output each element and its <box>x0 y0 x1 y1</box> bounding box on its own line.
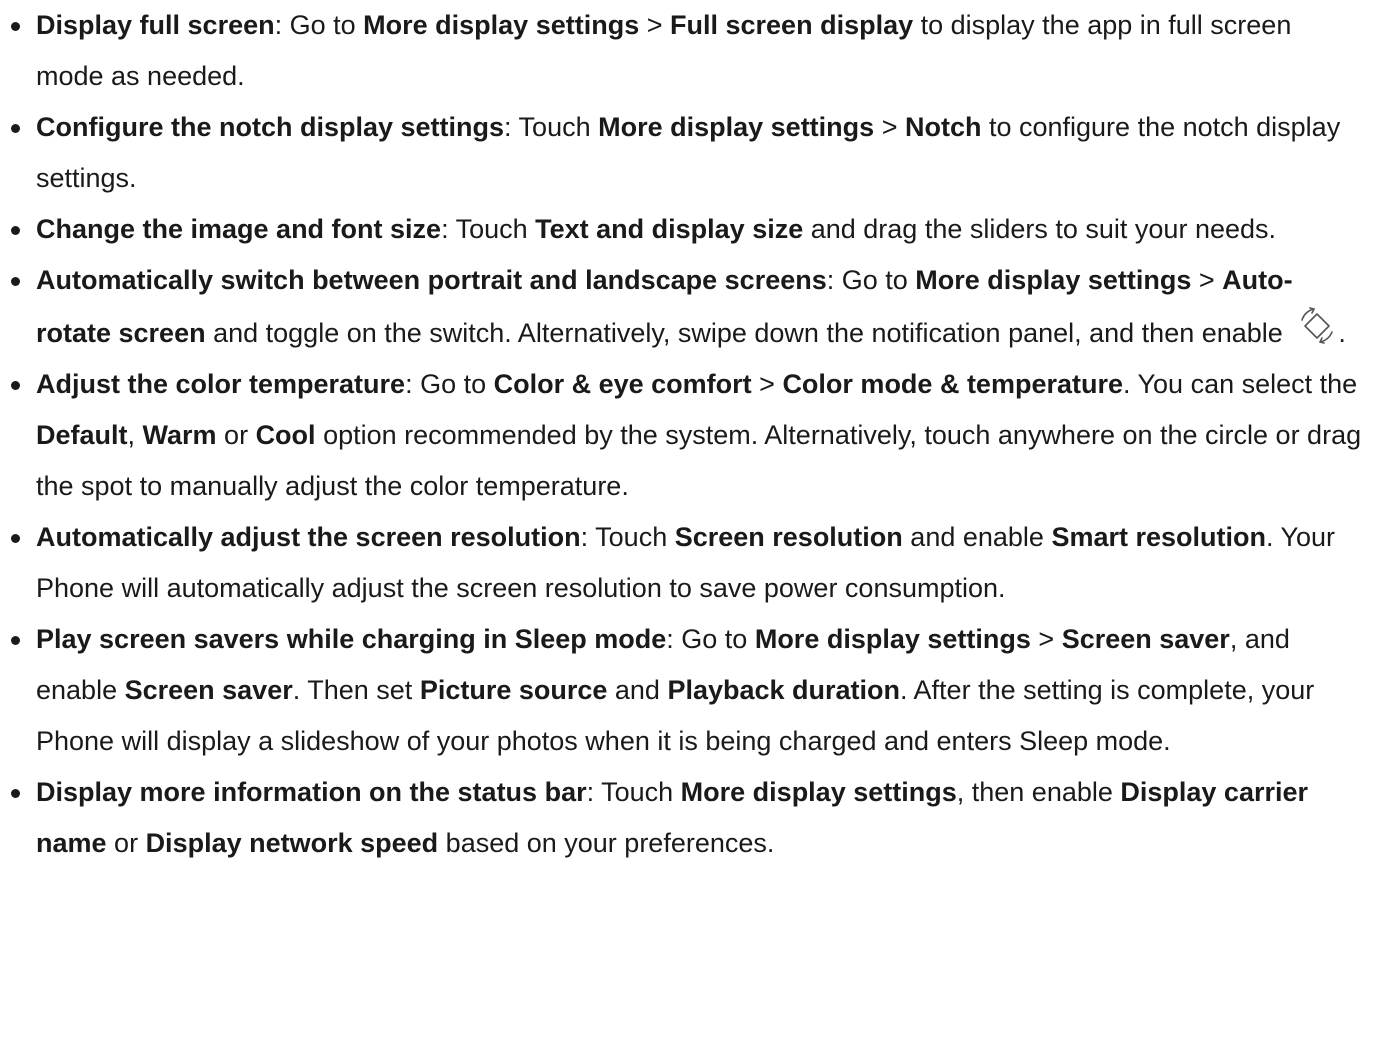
tip-text: > <box>874 112 905 142</box>
tip-text: : Touch <box>504 112 599 142</box>
tip-text: based on your preferences. <box>438 828 775 858</box>
tip-text: : Go to <box>274 10 364 40</box>
list-item: Automatically adjust the screen resoluti… <box>0 512 1383 614</box>
tip-text: > <box>1030 624 1062 654</box>
tip-title: Automatically switch between portrait an… <box>36 265 827 295</box>
document-page: Display full screen: Go to More display … <box>0 0 1383 869</box>
tip-text: : Touch <box>441 214 536 244</box>
bullet-icon <box>11 226 20 235</box>
tip-title: Display more information on the status b… <box>36 777 587 807</box>
bullet-icon <box>11 789 20 798</box>
auto-rotate-icon <box>1296 306 1338 344</box>
setting-name: Screen saver <box>124 675 293 705</box>
setting-name: Text and display size <box>535 214 804 244</box>
setting-name: Picture source <box>419 675 608 705</box>
tip-title: Play screen savers while charging in Sle… <box>36 624 667 654</box>
list-item: Play screen savers while charging in Sle… <box>0 614 1383 767</box>
option-name: Cool <box>255 420 316 450</box>
tip-text: , then enable <box>956 777 1121 807</box>
setting-name: Screen resolution <box>674 522 903 552</box>
list-item: Change the image and font size: Touch Te… <box>0 204 1383 255</box>
tip-text: : Go to <box>826 265 916 295</box>
tip-text: > <box>639 10 671 40</box>
option-name: Warm <box>142 420 217 450</box>
list-item: Automatically switch between portrait an… <box>0 255 1383 359</box>
list-item: Display more information on the status b… <box>0 767 1383 869</box>
setting-name: More display settings <box>680 777 957 807</box>
setting-name: More display settings <box>363 10 640 40</box>
bullet-icon <box>11 277 20 286</box>
setting-name: Playback duration <box>667 675 901 705</box>
list-item: Configure the notch display settings: To… <box>0 102 1383 204</box>
tip-title: Automatically adjust the screen resoluti… <box>36 522 581 552</box>
tip-text: or <box>216 420 256 450</box>
setting-name: Smart resolution <box>1051 522 1266 552</box>
tip-text: and toggle on the switch. Alternatively,… <box>205 318 1291 348</box>
tip-text: : Touch <box>586 777 681 807</box>
tip-text: : Go to <box>666 624 755 654</box>
tip-text: , <box>127 420 143 450</box>
tip-text: . Then set <box>292 675 420 705</box>
bullet-icon <box>11 636 20 645</box>
tip-text: > <box>1191 265 1223 295</box>
tip-text: and enable <box>902 522 1052 552</box>
list-item: Adjust the color temperature: Go to Colo… <box>0 359 1383 512</box>
setting-name: Color mode & temperature <box>782 369 1123 399</box>
bullet-icon <box>11 124 20 133</box>
tip-title: Display full screen <box>36 10 275 40</box>
setting-name: More display settings <box>598 112 875 142</box>
option-name: Default <box>36 420 128 450</box>
setting-name: Full screen display <box>670 10 914 40</box>
tip-text: . <box>1338 318 1346 348</box>
bullet-icon <box>11 381 20 390</box>
setting-name: Display network speed <box>145 828 439 858</box>
settings-tips-list: Display full screen: Go to More display … <box>0 0 1383 869</box>
tip-text: > <box>751 369 783 399</box>
list-item: Display full screen: Go to More display … <box>0 0 1383 102</box>
tip-text: and drag the sliders to suit your needs. <box>803 214 1277 244</box>
tip-text: . You can select the <box>1123 369 1358 399</box>
tip-title: Adjust the color temperature <box>36 369 406 399</box>
tip-title: Configure the notch display settings <box>36 112 505 142</box>
tip-title: Change the image and font size <box>36 214 442 244</box>
tip-text: and <box>607 675 668 705</box>
bullet-icon <box>11 22 20 31</box>
bullet-icon <box>11 534 20 543</box>
tip-text: : Touch <box>580 522 675 552</box>
setting-name: More display settings <box>915 265 1192 295</box>
setting-name: More display settings <box>754 624 1031 654</box>
setting-name: Notch <box>904 112 982 142</box>
setting-name: Color & eye comfort <box>493 369 752 399</box>
tip-text: : Go to <box>405 369 494 399</box>
tip-text: or <box>106 828 146 858</box>
setting-name: Screen saver <box>1061 624 1230 654</box>
